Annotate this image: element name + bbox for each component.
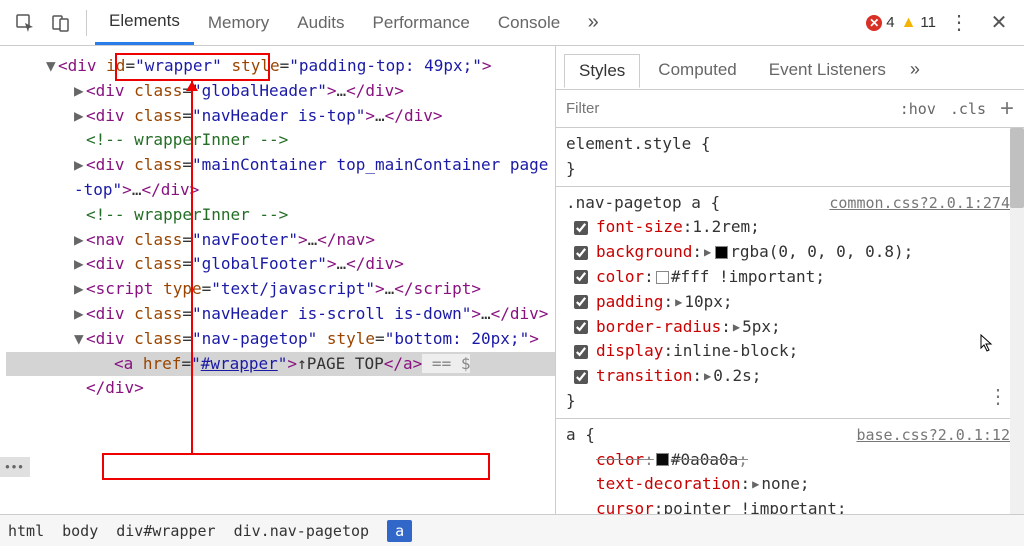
dom-node[interactable]: ▼<div class="nav-pagetop" style="bottom:… xyxy=(6,327,555,352)
dom-node[interactable]: ▼<div id="wrapper" style="padding-top: 4… xyxy=(6,54,555,79)
inspect-icon[interactable] xyxy=(8,6,42,40)
property-toggle[interactable] xyxy=(574,345,588,359)
dom-tree[interactable]: ▼<div id="wrapper" style="padding-top: 4… xyxy=(0,46,555,409)
error-icon: ✕ xyxy=(866,15,882,31)
separator xyxy=(86,10,87,36)
css-property[interactable]: text-decoration: ▶none; xyxy=(566,472,1010,497)
dom-node[interactable]: ▶<div class="globalHeader">…</div> xyxy=(6,79,555,104)
breadcrumb-item[interactable]: body xyxy=(62,522,98,540)
dom-node[interactable]: ▶<div class="mainContainer top_mainConta… xyxy=(6,153,555,203)
styles-rules[interactable]: element.style {}.nav-pagetop a {common.c… xyxy=(556,128,1024,514)
css-property[interactable]: display: inline-block; xyxy=(566,339,1010,364)
more-styles-tabs-icon[interactable]: » xyxy=(910,59,920,80)
hov-toggle[interactable]: :hov xyxy=(900,100,936,118)
property-toggle[interactable] xyxy=(574,221,588,235)
css-rule[interactable]: a {base.css?2.0.1:12color: #0a0a0a;text-… xyxy=(556,419,1024,514)
more-tabs-icon[interactable]: » xyxy=(576,6,610,40)
dom-node[interactable]: ▶<nav class="navFooter">…</nav> xyxy=(6,228,555,253)
css-property[interactable]: color: #fff !important; xyxy=(566,265,1010,290)
styles-tab-event-listeners[interactable]: Event Listeners xyxy=(755,54,900,86)
device-icon[interactable] xyxy=(44,6,78,40)
property-toggle[interactable] xyxy=(574,320,588,334)
css-property[interactable]: font-size: 1.2rem; xyxy=(566,215,1010,240)
css-rule[interactable]: element.style {} xyxy=(556,128,1024,187)
dom-node[interactable]: </div> xyxy=(6,376,555,401)
devtools-toolbar: ElementsMemoryAuditsPerformanceConsole »… xyxy=(0,0,1024,46)
scrollbar-thumb[interactable] xyxy=(1010,128,1024,208)
property-toggle[interactable] xyxy=(574,246,588,260)
tab-performance[interactable]: Performance xyxy=(359,0,484,45)
filter-bar: :hov .cls + xyxy=(556,90,1024,128)
property-toggle[interactable] xyxy=(574,370,588,384)
breadcrumb-item[interactable]: a xyxy=(387,520,412,542)
css-property[interactable]: color: #0a0a0a; xyxy=(566,448,1010,473)
styles-panel: StylesComputedEvent Listeners » :hov .cls… xyxy=(556,46,1024,514)
dom-breadcrumb: html body div#wrapper div.nav-pagetop a xyxy=(0,514,1024,546)
dom-node[interactable]: <!-- wrapperInner --> xyxy=(6,128,555,153)
tab-console[interactable]: Console xyxy=(484,0,574,45)
dom-node[interactable]: ▶<div class="navHeader is-top">…</div> xyxy=(6,104,555,129)
warning-count[interactable]: ▲ 11 xyxy=(901,14,936,32)
tab-elements[interactable]: Elements xyxy=(95,0,194,45)
warning-icon: ▲ xyxy=(901,14,917,32)
css-property[interactable]: border-radius: ▶5px; xyxy=(566,315,1010,340)
css-rule[interactable]: .nav-pagetop a {common.css?2.0.1:274font… xyxy=(556,187,1024,419)
main-split: ▼<div id="wrapper" style="padding-top: 4… xyxy=(0,46,1024,514)
scrollbar[interactable] xyxy=(1010,128,1024,514)
dom-node[interactable]: ▶<div class="navHeader is-scroll is-down… xyxy=(6,302,555,327)
css-property[interactable]: padding: ▶10px; xyxy=(566,290,1010,315)
source-link[interactable]: base.css?2.0.1:12 xyxy=(856,424,1010,447)
cls-toggle[interactable]: .cls xyxy=(950,100,986,118)
rule-menu-icon[interactable]: ⋮ xyxy=(988,381,1008,412)
styles-tabs: StylesComputedEvent Listeners » xyxy=(556,46,1024,90)
styles-tab-styles[interactable]: Styles xyxy=(564,54,640,88)
breadcrumb-item[interactable]: div#wrapper xyxy=(116,522,215,540)
dom-node[interactable]: <!-- wrapperInner --> xyxy=(6,203,555,228)
error-number: 4 xyxy=(886,14,894,31)
elements-panel: ▼<div id="wrapper" style="padding-top: 4… xyxy=(0,46,556,514)
gutter-overflow-icon: ••• xyxy=(0,457,30,477)
warning-number: 11 xyxy=(920,14,936,31)
annotation-box-2 xyxy=(102,453,490,480)
source-link[interactable]: common.css?2.0.1:274 xyxy=(829,192,1010,215)
css-property[interactable]: cursor: pointer !important; xyxy=(566,497,1010,514)
breadcrumb-item[interactable]: html xyxy=(8,522,44,540)
styles-tab-computed[interactable]: Computed xyxy=(644,54,750,86)
dom-node[interactable]: ▶<div class="globalFooter">…</div> xyxy=(6,252,555,277)
breadcrumb-item[interactable]: div.nav-pagetop xyxy=(234,522,369,540)
new-rule-icon[interactable]: + xyxy=(1000,95,1014,123)
property-toggle[interactable] xyxy=(574,295,588,309)
panel-tabs: ElementsMemoryAuditsPerformanceConsole xyxy=(95,0,574,45)
kebab-menu-icon[interactable]: ⋮ xyxy=(942,6,976,40)
filter-input[interactable] xyxy=(566,100,886,117)
dom-node[interactable]: ▶<script type="text/javascript">…</scrip… xyxy=(6,277,555,302)
close-icon[interactable]: ✕ xyxy=(982,6,1016,40)
tab-memory[interactable]: Memory xyxy=(194,0,283,45)
tab-audits[interactable]: Audits xyxy=(283,0,358,45)
css-property[interactable]: background: ▶rgba(0, 0, 0, 0.8); xyxy=(566,240,1010,265)
css-property[interactable]: transition: ▶0.2s; xyxy=(566,364,1010,389)
property-toggle[interactable] xyxy=(574,270,588,284)
dom-node[interactable]: <a href="#wrapper">↑PAGE TOP</a> == $ xyxy=(6,352,555,377)
error-count[interactable]: ✕ 4 xyxy=(866,14,894,31)
